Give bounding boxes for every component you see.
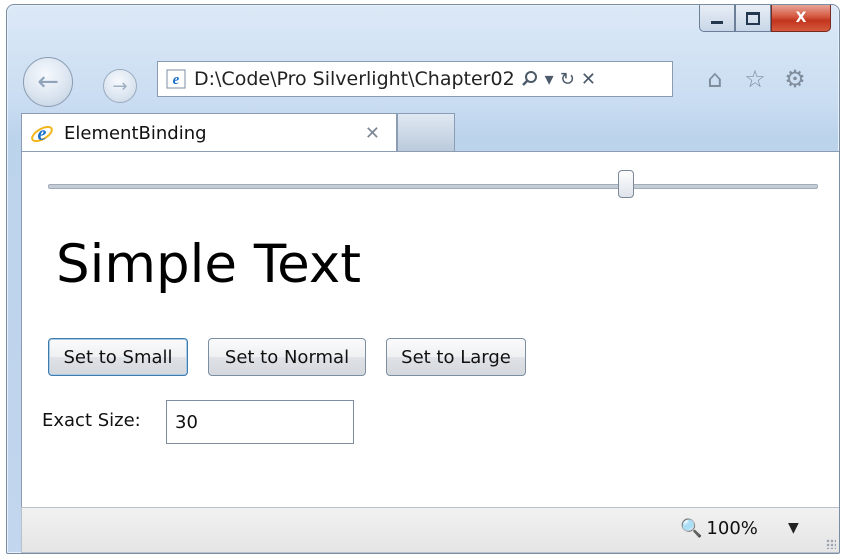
back-arrow-icon: ← — [37, 67, 59, 97]
window-caption-buttons: X — [699, 5, 831, 32]
gear-icon[interactable]: ⚙ — [781, 65, 809, 93]
zoom-control[interactable]: 🔍 100% — [680, 518, 758, 539]
refresh-icon[interactable]: ↻ — [560, 69, 575, 90]
svg-text:e: e — [173, 72, 180, 88]
tab-strip: e ElementBinding ✕ — [7, 109, 839, 153]
close-window-button[interactable]: X — [771, 5, 831, 32]
address-url[interactable]: D:\Code\Pro Silverlight\Chapter02 — [194, 68, 515, 90]
navigation-bar: ← → e D:\Code\Pro Silverlight\Chapter02 … — [7, 55, 839, 107]
ie-logo-icon: e — [31, 123, 53, 145]
set-large-button[interactable]: Set to Large — [386, 338, 526, 376]
new-tab-button[interactable] — [397, 113, 455, 153]
slider-thumb[interactable] — [617, 170, 634, 198]
minimize-icon — [711, 20, 723, 24]
forward-button[interactable]: → — [103, 69, 137, 103]
sample-text: Simple Text — [56, 234, 362, 295]
forward-arrow-icon: → — [112, 75, 128, 97]
resize-grip-icon[interactable] — [826, 539, 836, 549]
search-icon[interactable] — [521, 70, 539, 88]
browser-window: X ← → e D:\Code\Pro Silverlight\Chapter0… — [6, 4, 840, 554]
font-size-slider[interactable] — [48, 184, 818, 189]
zoom-level: 100% — [706, 518, 758, 539]
stop-icon[interactable]: ✕ — [581, 69, 596, 90]
home-icon[interactable]: ⌂ — [701, 65, 729, 93]
back-button[interactable]: ← — [23, 57, 73, 107]
address-dropdown-icon[interactable]: ▾ — [545, 69, 554, 90]
maximize-icon — [746, 11, 760, 25]
set-normal-button[interactable]: Set to Normal — [208, 338, 366, 376]
tab-title: ElementBinding — [64, 123, 207, 144]
exact-size-input[interactable] — [166, 400, 354, 444]
maximize-button[interactable] — [735, 5, 771, 32]
set-small-button[interactable]: Set to Small — [48, 338, 188, 376]
address-tools: ▾ ↻ ✕ — [521, 69, 596, 90]
address-bar[interactable]: e D:\Code\Pro Silverlight\Chapter02 ▾ ↻ … — [157, 61, 673, 97]
ie-page-icon: e — [166, 69, 186, 89]
status-bar: 🔍 100% ▼ — [21, 507, 839, 553]
zoom-magnifier-icon: 🔍 — [680, 518, 703, 539]
tab-elementbinding[interactable]: e ElementBinding ✕ — [21, 113, 397, 153]
browser-command-icons: ⌂ ☆ ⚙ — [701, 65, 809, 93]
minimize-button[interactable] — [699, 5, 735, 32]
page-content: Simple Text Set to Small Set to Normal S… — [21, 151, 839, 507]
zoom-dropdown-icon[interactable]: ▼ — [788, 520, 799, 536]
close-icon: X — [795, 10, 807, 26]
svg-text:e: e — [38, 123, 47, 145]
star-icon[interactable]: ☆ — [741, 65, 769, 93]
tab-close-icon[interactable]: ✕ — [365, 123, 380, 144]
exact-size-label: Exact Size: — [42, 410, 141, 431]
